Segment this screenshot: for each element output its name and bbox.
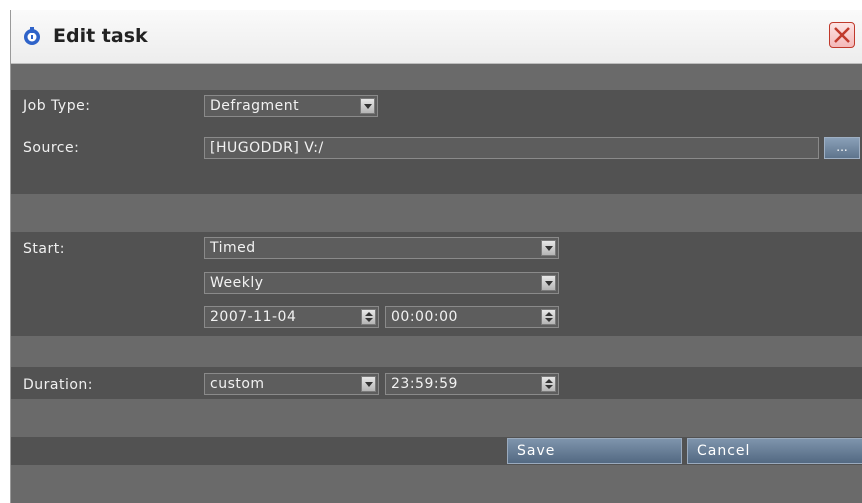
start-mode-select[interactable]: Timed — [204, 237, 559, 259]
spin-up-icon — [545, 312, 553, 316]
start-date-spinner[interactable]: 2007-11-04 — [204, 306, 379, 328]
section-band — [11, 194, 862, 232]
save-button[interactable]: Save — [507, 438, 682, 464]
section-band — [11, 399, 862, 437]
source-value: [HUGODDR] V:/ — [210, 140, 324, 156]
dropdown-button[interactable] — [361, 376, 376, 392]
app-logo-icon — [24, 27, 40, 45]
spinner-button[interactable] — [541, 309, 556, 325]
browse-button[interactable]: ... — [824, 137, 860, 159]
dropdown-button[interactable] — [360, 98, 375, 114]
duration-mode-select[interactable]: custom — [204, 373, 379, 395]
dropdown-button[interactable] — [541, 275, 556, 291]
chevron-down-icon — [545, 246, 553, 251]
source-input[interactable]: [HUGODDR] V:/ — [204, 137, 819, 159]
spinner-button[interactable] — [541, 376, 556, 392]
section-band — [11, 336, 862, 367]
close-icon — [834, 27, 850, 43]
spin-up-icon — [365, 312, 373, 316]
duration-time-value: 23:59:59 — [391, 376, 458, 392]
title-bar: Edit task — [11, 10, 862, 64]
job-type-select[interactable]: Defragment — [204, 95, 378, 117]
duration-time-spinner[interactable]: 23:59:59 — [385, 373, 559, 395]
cancel-button[interactable]: Cancel — [687, 438, 862, 464]
source-label: Source: — [23, 140, 80, 156]
start-time-spinner[interactable]: 00:00:00 — [385, 306, 559, 328]
edit-task-dialog: Edit task Job Type: Defragment Source: [… — [10, 10, 862, 503]
spinner-button[interactable] — [361, 309, 376, 325]
spin-down-icon — [545, 385, 553, 389]
dropdown-button[interactable] — [541, 240, 556, 256]
section-band — [11, 64, 862, 90]
start-time-value: 00:00:00 — [391, 309, 458, 325]
spin-up-icon — [545, 379, 553, 383]
chevron-down-icon — [365, 382, 373, 387]
close-button[interactable] — [829, 22, 855, 48]
chevron-down-icon — [545, 281, 553, 286]
duration-label: Duration: — [23, 377, 94, 393]
start-mode-value: Timed — [210, 240, 256, 256]
dialog-title: Edit task — [53, 25, 148, 47]
recurrence-value: Weekly — [210, 275, 264, 291]
start-date-value: 2007-11-04 — [210, 309, 297, 325]
chevron-down-icon — [364, 104, 372, 109]
recurrence-select[interactable]: Weekly — [204, 272, 559, 294]
job-type-label: Job Type: — [23, 98, 91, 114]
spin-down-icon — [365, 318, 373, 322]
duration-mode-value: custom — [210, 376, 265, 392]
section-band — [11, 465, 862, 503]
start-label: Start: — [23, 241, 65, 257]
job-type-value: Defragment — [210, 98, 300, 114]
spin-down-icon — [545, 318, 553, 322]
